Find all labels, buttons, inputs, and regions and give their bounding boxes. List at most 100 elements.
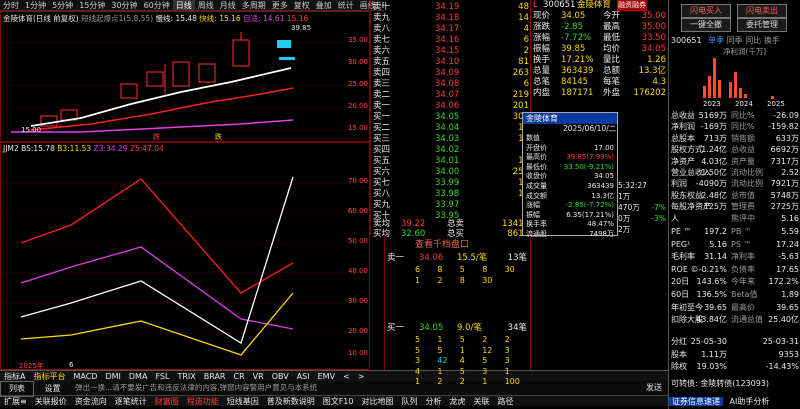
toolbar-item[interactable]: 30分钟 — [108, 0, 140, 10]
fin-label: 总收益 — [671, 111, 695, 120]
fin-value2: 39.65 — [776, 302, 799, 312]
quote-row: 换手 17.21% 量比 1.26 — [531, 55, 668, 66]
fin-value2: 5748万 — [770, 190, 799, 200]
flash-sell-button[interactable]: 闪电卖出 — [737, 4, 787, 18]
tab-turnover[interactable]: 换手 — [764, 36, 780, 45]
depth-avg: 15.5/笔 — [457, 253, 488, 263]
depth-cell: 5 — [415, 335, 421, 344]
status-item-2[interactable]: 龙虎 — [445, 396, 469, 407]
chat-input[interactable]: 弹出一换...请不要发广告和违反法律的内容,弹窗内容警用户意见与本系统 — [71, 381, 371, 395]
depth-cell: 4 — [415, 366, 421, 376]
popup-label: 数值 — [526, 134, 540, 142]
status-item-2[interactable]: 队列 — [397, 396, 421, 407]
popup-label: 成交额 — [526, 191, 547, 200]
status-item[interactable]: 关联报价 — [31, 396, 71, 407]
toolbar-item[interactable]: 叠加 — [313, 0, 335, 10]
ma-white — [30, 67, 292, 127]
fin-label: 除权 — [671, 362, 687, 372]
depth-cell: 5 — [437, 345, 443, 355]
fin-label2: 总收益 — [731, 145, 755, 155]
status-item[interactable]: 图文F10 — [319, 396, 358, 407]
depth-cell: 1 — [415, 275, 421, 285]
convertible-bond[interactable]: 可转债: 金陵转债(123093) — [671, 378, 769, 389]
toolbar-item[interactable]: 周线 — [195, 0, 217, 10]
orderbook-row: 卖八 34.17 4 — [371, 24, 531, 35]
send-button[interactable]: 发送 — [642, 381, 666, 395]
tick-time: 5:32:27 — [618, 181, 647, 190]
flash-buy-button[interactable]: 闪电买入 — [681, 4, 731, 18]
orderbook-row: 卖五 34.10 81 — [371, 57, 531, 68]
fin-value: 1.24亿 — [701, 145, 727, 155]
tab-same-quarter[interactable]: 同季 — [727, 36, 743, 45]
popup-value: -2.85(-7.72%) — [565, 201, 614, 210]
status-item[interactable]: 财富圈 — [151, 396, 183, 407]
toolbar-item[interactable]: 更多 — [269, 0, 291, 10]
popup-row: 振幅 6.35(17.21%) — [523, 211, 617, 221]
level-label: 买八 — [373, 189, 391, 199]
tab-quarter[interactable]: 单季 — [708, 36, 724, 45]
toolbar-item[interactable]: 分时 — [0, 0, 22, 10]
orderbook-row: 卖七 34.16 6 — [371, 35, 531, 46]
status-item[interactable]: 短线基因 — [223, 396, 263, 407]
status-item[interactable]: 对比地图 — [357, 396, 397, 407]
toolbar-item[interactable]: 1分钟 — [22, 0, 49, 10]
depth-cell: 1 — [504, 366, 510, 376]
entrust-manage-button[interactable]: 委托管理 — [737, 18, 787, 32]
kline-chart[interactable]: 金陵体育(日线 前复权) 短线起爆点1(5,8,55) 慢线: 15.48 快线… — [0, 11, 370, 142]
level-label: 卖一 — [373, 101, 391, 111]
popup-label: 换手率 — [526, 220, 547, 229]
quote-value: 17.21% — [561, 55, 594, 65]
depth-panel: 查看千档盘口 卖一 34.06 15.5/笔 13笔 6 8 5 8 30 1 2 8 30 买一 34.05… — [384, 235, 530, 386]
level-price: 34.16 — [435, 35, 460, 45]
toolbar-item[interactable]: 5分钟 — [49, 0, 76, 10]
settings-button[interactable]: 设置 — [37, 382, 69, 396]
toolbar-item[interactable]: 统计 — [335, 0, 357, 10]
status-bar: 扩展≡ 关联报价 资金流向 逐笔统计 财富圈 程造功能 短线基因 普及新数说明 图文F10 对比地… — [0, 395, 668, 406]
level-price: 34.04 — [435, 123, 460, 133]
depth-title-button[interactable]: 查看千档盘口 — [415, 237, 469, 250]
orderbook-row: 买二34.0417 — [371, 123, 531, 134]
fin-label2: Beta值 — [731, 289, 758, 299]
level-volume: 6 — [523, 35, 529, 45]
fin-value: 136.5% — [696, 289, 727, 299]
depth-grid-buy: 5 1 5 2 2 5 5 1 12 3 3 42 4 5 3 4 1 5 3 1 1 2 2 1 100 — [415, 335, 527, 388]
status-item[interactable]: 程造功能 — [183, 396, 223, 407]
tab-yoy[interactable]: 同比 — [745, 36, 761, 45]
fin-row: PE ™ 197.2 PB ™ 5.59 — [669, 226, 800, 239]
fin-label: 年初至今 — [671, 302, 703, 312]
depth-cell: 3 — [482, 366, 488, 376]
level-price: 34.19 — [435, 2, 460, 12]
popup-row: 成交额 13.3亿 — [523, 192, 617, 202]
indicator-chart[interactable]: JJM2 BS:15.78 B3:11.53 Z3:34.29 Z5:47.04… — [0, 142, 370, 370]
status-item-2[interactable]: 关联 — [469, 396, 493, 407]
fin-value2: 7921万 — [770, 179, 799, 189]
depth-cell: 30 — [504, 265, 515, 274]
cancel-all-button[interactable]: 一键全撤 — [681, 18, 731, 32]
status-item-2[interactable]: 路径 — [493, 396, 517, 407]
list-button[interactable]: 列表 — [0, 381, 34, 397]
fin-value2: 9353 — [778, 349, 799, 359]
status-item[interactable]: 逐笔统计 — [111, 396, 151, 407]
toolbar-item[interactable]: 多周期 — [239, 0, 269, 10]
depth-price: 34.05 — [419, 323, 444, 333]
info-express-tab[interactable]: 证券信息速递 — [669, 397, 723, 406]
depth-cell: 1 — [437, 366, 443, 376]
status-item[interactable]: 普及新数说明 — [263, 396, 319, 407]
toolbar-item[interactable]: 60分钟 — [141, 0, 173, 10]
toolbar-item[interactable]: 日线 — [172, 0, 195, 10]
status-item-2[interactable]: 分析 — [421, 396, 445, 407]
fin-label2: PB ™ — [731, 227, 752, 236]
toolbar-item[interactable]: 复权 — [291, 0, 313, 10]
status-item[interactable]: 资金流向 — [71, 396, 111, 407]
toolbar-item[interactable]: 15分钟 — [76, 0, 108, 10]
line-yellow — [20, 292, 294, 356]
x-label-6: 6 — [69, 361, 74, 369]
quote-label2: 最低 — [603, 33, 621, 43]
line-red — [20, 178, 294, 294]
fin-value2: 25-03-31 — [762, 337, 799, 346]
status-item[interactable]: 扩展≡ — [0, 396, 31, 407]
depth-cell: 2 — [437, 377, 443, 386]
ai-analysis-tab[interactable]: AI助手分析 — [726, 397, 770, 406]
toolbar-item[interactable]: 月线 — [217, 0, 239, 10]
fin-label: 净资产 — [671, 156, 695, 166]
